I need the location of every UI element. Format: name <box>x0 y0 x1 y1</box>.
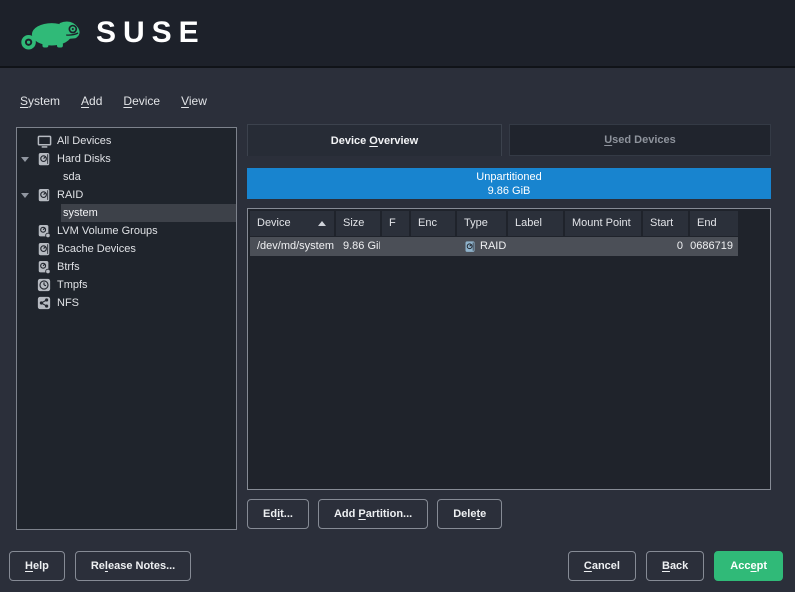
brand-text: SUSE <box>96 16 206 50</box>
cell-device: /dev/md/system <box>250 237 334 256</box>
tmpfs-clock-icon <box>33 278 55 292</box>
table-row[interactable]: /dev/md/system 9.86 GiB RAID 0 20686719 <box>250 237 738 256</box>
unpartitioned-size: 9.86 GiB <box>247 184 771 198</box>
menubar: System Add Device View <box>18 92 209 110</box>
hard-disk-icon <box>33 152 55 167</box>
accept-button[interactable]: Accept <box>714 551 783 581</box>
tree-item-raid[interactable]: RAID <box>17 186 236 204</box>
menu-add[interactable]: Add <box>79 92 104 110</box>
tree-item-bcache-devices[interactable]: Bcache Devices <box>17 240 236 258</box>
tree-item-btrfs[interactable]: Btrfs <box>17 258 236 276</box>
add-partition-button[interactable]: Add Partition... <box>318 499 428 529</box>
raid-disk-icon <box>464 240 476 254</box>
device-tree: All Devices Hard Disks sda RAID system L… <box>16 127 237 530</box>
footer-right: Cancel Back Accept <box>568 551 783 581</box>
nfs-share-icon <box>33 296 55 310</box>
menu-system[interactable]: System <box>18 92 62 110</box>
menu-view[interactable]: View <box>179 92 209 110</box>
unpartitioned-label: Unpartitioned <box>247 170 771 184</box>
tree-item-all-devices[interactable]: All Devices <box>17 132 236 150</box>
tree-item-tmpfs[interactable]: Tmpfs <box>17 276 236 294</box>
btrfs-icon <box>33 260 55 275</box>
cell-type: RAID <box>457 237 506 256</box>
col-type[interactable]: Type <box>457 211 506 236</box>
menu-device[interactable]: Device <box>121 92 162 110</box>
cell-enc <box>411 237 455 256</box>
tab-bar: Device Overview Used Devices <box>247 124 771 156</box>
computer-icon <box>33 134 55 149</box>
lvm-icon <box>33 224 55 239</box>
app-header: SUSE <box>0 0 795 68</box>
device-table: Device Size F Enc Type Label Mount Point… <box>247 208 771 490</box>
cell-f <box>382 237 409 256</box>
tree-item-sda[interactable]: sda <box>17 168 236 186</box>
col-size[interactable]: Size <box>336 211 380 236</box>
cell-end: 20686719 <box>690 237 738 256</box>
unpartitioned-bar: Unpartitioned 9.86 GiB <box>247 168 771 199</box>
tree-item-system[interactable]: system <box>61 204 236 222</box>
footer-left: Help Release Notes... <box>9 551 191 581</box>
table-header: Device Size F Enc Type Label Mount Point… <box>250 211 768 236</box>
col-device[interactable]: Device <box>250 211 334 236</box>
expand-arrow-icon[interactable] <box>17 193 33 198</box>
cell-start: 0 <box>643 237 688 256</box>
tree-item-hard-disks[interactable]: Hard Disks <box>17 150 236 168</box>
cancel-button[interactable]: Cancel <box>568 551 636 581</box>
raid-disk-icon <box>33 188 55 203</box>
tab-device-overview[interactable]: Device Overview <box>247 124 502 156</box>
tree-item-lvm-volume-groups[interactable]: LVM Volume Groups <box>17 222 236 240</box>
col-end[interactable]: End <box>690 211 738 236</box>
tab-used-devices[interactable]: Used Devices <box>509 124 771 156</box>
bcache-icon <box>33 242 55 257</box>
cell-mount-point <box>565 237 641 256</box>
cell-size: 9.86 GiB <box>336 237 380 256</box>
edit-button[interactable]: Edit... <box>247 499 309 529</box>
col-mount-point[interactable]: Mount Point <box>565 211 641 236</box>
suse-logo: SUSE <box>20 12 206 54</box>
tree-item-nfs[interactable]: NFS <box>17 294 236 312</box>
sort-asc-icon <box>318 221 326 226</box>
col-f[interactable]: F <box>382 211 409 236</box>
chameleon-icon <box>20 12 86 54</box>
delete-button[interactable]: Delete <box>437 499 502 529</box>
release-notes-button[interactable]: Release Notes... <box>75 551 191 581</box>
cell-label <box>508 237 563 256</box>
col-label[interactable]: Label <box>508 211 563 236</box>
back-button[interactable]: Back <box>646 551 704 581</box>
help-button[interactable]: Help <box>9 551 65 581</box>
col-enc[interactable]: Enc <box>411 211 455 236</box>
col-start[interactable]: Start <box>643 211 688 236</box>
table-actions: Edit... Add Partition... Delete <box>247 499 502 529</box>
expand-arrow-icon[interactable] <box>17 157 33 162</box>
